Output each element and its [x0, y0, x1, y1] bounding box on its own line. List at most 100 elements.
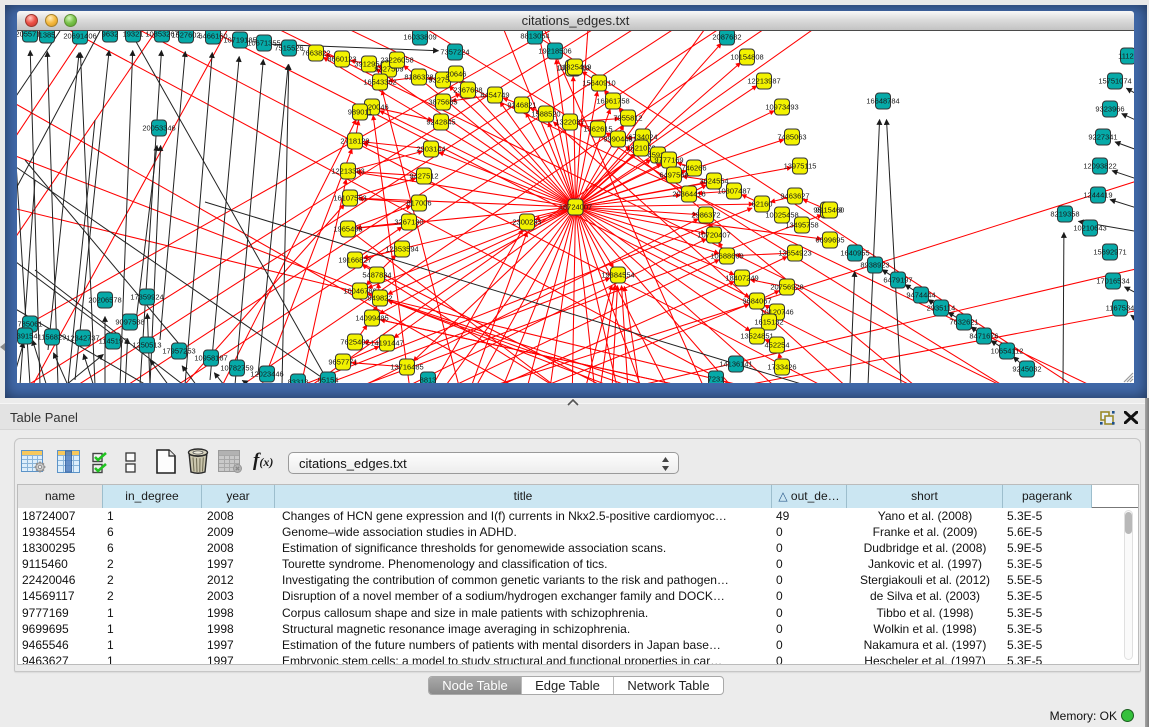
svg-text:9227341: 9227341 [1088, 133, 1117, 142]
svg-text:8454749: 8454749 [480, 91, 509, 100]
svg-text:13524851: 13524851 [740, 332, 773, 341]
svg-text:1244419: 1244419 [1083, 191, 1112, 200]
svg-text:20646: 20646 [446, 70, 467, 79]
svg-text:2986372: 2986372 [691, 211, 720, 220]
svg-text:10154808: 10154808 [730, 53, 763, 62]
svg-text:6479197: 6479197 [883, 276, 912, 285]
svg-text:16543362: 16543362 [363, 78, 396, 87]
svg-text:11325419: 11325419 [559, 63, 592, 72]
svg-text:9242845: 9242845 [426, 118, 455, 127]
svg-text:18724007: 18724007 [559, 203, 592, 212]
svg-text:14099485: 14099485 [355, 314, 388, 323]
svg-text:8471676: 8471676 [969, 332, 998, 341]
svg-text:7663822: 7663822 [301, 49, 330, 58]
svg-text:1640955: 1640955 [840, 249, 869, 258]
svg-text:10210643: 10210643 [1073, 224, 1106, 233]
svg-text:9632: 9632 [102, 31, 119, 39]
svg-text:8813: 8813 [420, 376, 437, 384]
svg-text:6699695: 6699695 [815, 236, 844, 245]
svg-text:7231: 7231 [708, 375, 725, 384]
svg-text:452254: 452254 [764, 341, 789, 350]
svg-text:15640910: 15640910 [582, 79, 615, 88]
svg-text:10958187: 10958187 [194, 354, 227, 363]
svg-text:20206578: 20206578 [88, 296, 121, 305]
svg-text:2935114: 2935114 [927, 304, 956, 313]
svg-text:83313: 83313 [288, 378, 309, 384]
svg-text:10688609: 10688609 [710, 252, 743, 261]
svg-text:14191447: 14191447 [370, 339, 403, 348]
svg-text:6497568: 6497568 [659, 171, 688, 180]
svg-text:1167534: 1167534 [1106, 304, 1134, 313]
svg-text:989011: 989011 [348, 108, 372, 117]
svg-text:2718129: 2718129 [340, 137, 369, 146]
svg-text:1322037: 1322037 [555, 118, 584, 127]
svg-text:1385: 1385 [39, 31, 56, 40]
svg-text:12213987: 12213987 [747, 77, 780, 86]
svg-text:2087682: 2087682 [712, 33, 741, 42]
svg-text:939154: 939154 [17, 332, 38, 341]
svg-text:19321: 19321 [123, 31, 144, 39]
svg-text:7357224: 7357224 [440, 48, 469, 57]
svg-text:9097588: 9097588 [115, 318, 144, 327]
svg-text:1250513: 1250513 [132, 341, 161, 350]
svg-text:17957253: 17957253 [162, 347, 195, 356]
svg-text:12342737: 12342737 [66, 334, 99, 343]
svg-text:20756928: 20756928 [770, 283, 803, 292]
svg-text:5487834: 5487834 [362, 271, 391, 280]
svg-text:9427512: 9427512 [409, 172, 438, 181]
svg-text:9777169: 9777169 [654, 156, 683, 165]
svg-text:20364416: 20364416 [672, 190, 705, 199]
svg-text:2903144: 2903144 [416, 145, 445, 154]
svg-text:3267130: 3267130 [394, 218, 423, 227]
svg-text:7632621: 7632621 [949, 318, 978, 327]
svg-text:7515526: 7515526 [274, 44, 303, 53]
svg-text:9474444: 9474444 [906, 291, 935, 300]
svg-text:1965498: 1965498 [333, 225, 362, 234]
svg-text:10973493: 10973493 [765, 103, 798, 112]
svg-text:9115460: 9115460 [816, 206, 845, 215]
svg-text:15751074: 15751074 [1098, 77, 1131, 86]
svg-text:2367608: 2367608 [453, 86, 482, 95]
svg-text:3624554: 3624554 [699, 177, 728, 186]
svg-text:13716485: 13716485 [390, 363, 423, 372]
svg-text:16107553: 16107553 [333, 194, 366, 203]
svg-text:19166827: 19166827 [338, 256, 371, 265]
svg-text:9657771: 9657771 [328, 358, 357, 367]
svg-text:13975115: 13975115 [784, 162, 817, 171]
svg-text:7625402: 7625402 [340, 338, 369, 347]
svg-text:9684067: 9684067 [742, 297, 771, 306]
svg-text:12093822: 12093822 [1083, 162, 1116, 171]
svg-text:16648784: 16648784 [866, 97, 899, 106]
svg-text:62160: 62160 [752, 200, 773, 209]
svg-text:2300233: 2300233 [512, 218, 541, 227]
svg-text:12213383: 12213383 [331, 167, 364, 176]
svg-text:8813054: 8813054 [520, 32, 549, 41]
svg-text:15692971: 15692971 [1093, 248, 1126, 257]
svg-text:817006: 817006 [406, 199, 431, 208]
svg-text:8938923: 8938923 [860, 261, 889, 270]
svg-text:7955812: 7955812 [613, 114, 642, 123]
svg-text:19384554: 19384554 [601, 271, 634, 280]
svg-text:13495758: 13495758 [785, 221, 818, 230]
svg-text:10782759: 10782759 [220, 364, 253, 373]
svg-text:9245032: 9245032 [1012, 365, 1041, 374]
svg-text:7485063: 7485063 [777, 133, 806, 142]
svg-text:1362615: 1362615 [583, 125, 612, 134]
svg-text:1156829: 1156829 [38, 333, 67, 342]
svg-text:1615132: 1615132 [754, 318, 783, 327]
svg-text:10654112: 10654112 [991, 347, 1024, 356]
svg-text:12023446: 12023446 [250, 370, 283, 379]
svg-text:14136141: 14136141 [719, 360, 752, 369]
svg-text:19218506: 19218506 [538, 47, 571, 56]
svg-text:17016534: 17016534 [1096, 277, 1129, 286]
svg-text:9146821: 9146821 [507, 101, 536, 110]
svg-text:1145197: 1145197 [99, 337, 128, 346]
svg-text:8660123: 8660123 [327, 55, 356, 64]
svg-text:20691406: 20691406 [63, 32, 96, 41]
svg-text:10307487: 10307487 [717, 187, 750, 196]
svg-text:17359924: 17359924 [130, 293, 163, 302]
svg-text:9323966: 9323966 [1095, 105, 1124, 114]
svg-text:785061: 785061 [17, 320, 42, 329]
svg-text:10025458: 10025458 [765, 211, 798, 220]
svg-text:16961758: 16961758 [596, 97, 629, 106]
